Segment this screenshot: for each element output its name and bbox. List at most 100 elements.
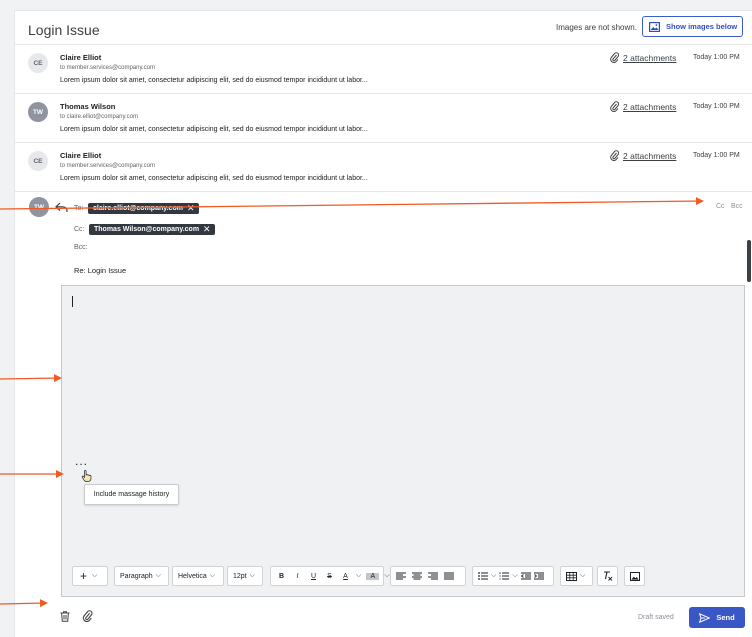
table-icon (566, 571, 577, 581)
list-group: ⌵ ⌵ (472, 566, 554, 586)
cc-chip-label: Thomas Wilson@company.com (94, 226, 200, 233)
paragraph-style-value: Paragraph (120, 572, 153, 580)
chevron-down-icon: ⌵ (580, 572, 586, 579)
avatar: CE (28, 151, 48, 171)
insert-image-button[interactable] (624, 566, 645, 586)
reply-icon[interactable] (55, 202, 68, 213)
include-history-tooltip: Include massage history (84, 484, 179, 505)
chevron-down-icon[interactable]: ⌵ (384, 572, 389, 580)
cursor-hand-icon (81, 470, 92, 482)
draft-status: Draft saved (638, 614, 674, 621)
chevron-down-icon: ⌵ (209, 572, 216, 579)
italic-button[interactable]: I (292, 573, 303, 580)
message-row[interactable]: TW Thomas Wilson to claire.elliot@compan… (15, 93, 752, 141)
chevron-down-icon: ⌵ (155, 572, 162, 579)
underline-button[interactable]: U (308, 573, 319, 580)
timestamp: Today 1:00 PM (693, 54, 740, 61)
chevron-down-icon: ⌵ (249, 572, 255, 579)
insert-dropdown[interactable]: + ⌵ (72, 566, 108, 586)
paragraph-style-select[interactable]: Paragraph ⌵ (114, 566, 169, 586)
align-center-icon[interactable] (412, 572, 422, 580)
show-images-label: Show images below (666, 22, 738, 31)
bold-button[interactable]: B (276, 573, 287, 580)
close-icon[interactable]: ✕ (203, 225, 211, 234)
conversation-panel: Login Issue Images are not shown. Show i… (14, 10, 752, 637)
alignment-group (390, 566, 466, 586)
highlight-color-button[interactable]: A (366, 572, 380, 580)
attachments-link[interactable]: 2 attachments (610, 150, 676, 161)
insert-image-icon (629, 571, 640, 581)
images-hidden-notice: Images are not shown. (556, 23, 637, 32)
align-justify-icon[interactable] (444, 572, 454, 580)
attachments-link[interactable]: 2 attachments (610, 101, 676, 112)
bullet-list-icon[interactable] (478, 572, 488, 580)
font-family-select[interactable]: Helvetica ⌵ (172, 566, 224, 586)
indent-icon[interactable] (533, 572, 544, 580)
text-color-button[interactable]: A (340, 573, 351, 580)
recipient-chip[interactable]: claire.elliot@company.com ✕ (88, 203, 199, 214)
cc-chip[interactable]: Thomas Wilson@company.com ✕ (89, 224, 215, 235)
chevron-down-icon[interactable]: ⌵ (356, 572, 361, 580)
message-preview: Lorem ipsum dolor sit amet, consectetur … (60, 126, 368, 133)
trash-icon[interactable] (60, 611, 70, 622)
show-images-button[interactable]: Show images below (642, 16, 743, 37)
send-button[interactable]: Send (689, 607, 745, 628)
recipient-line: to member.services@company.com (60, 163, 156, 169)
subject-line: Re: Login Issue (74, 266, 127, 275)
cc-label: Cc: (74, 226, 85, 233)
sender-name: Thomas Wilson (60, 102, 116, 111)
plus-icon: + (79, 569, 87, 583)
send-icon (699, 612, 711, 623)
numbered-list-icon[interactable] (499, 572, 510, 580)
font-family-value: Helvetica (178, 572, 207, 580)
attachments-link[interactable]: 2 attachments (610, 52, 676, 63)
message-preview: Lorem ipsum dolor sit amet, consectetur … (60, 77, 368, 84)
message-row[interactable]: CE Claire Elliot to member.services@comp… (15, 142, 752, 190)
close-icon[interactable]: ✕ (187, 204, 195, 213)
clear-format-icon (603, 571, 612, 581)
table-dropdown[interactable]: ⌵ (560, 566, 593, 586)
show-trimmed-content-button[interactable]: ... (75, 455, 88, 467)
message-preview: Lorem ipsum dolor sit amet, consectetur … (60, 175, 368, 182)
message-editor[interactable]: ... Include massage history + ⌵ Paragrap… (61, 285, 745, 597)
paperclip-icon[interactable] (82, 610, 93, 622)
scrollbar-thumb[interactable] (747, 240, 751, 282)
avatar: TW (29, 197, 49, 217)
paperclip-icon (610, 101, 619, 112)
page-title: Login Issue (28, 22, 100, 38)
outdent-icon[interactable] (520, 572, 531, 580)
timestamp: Today 1:00 PM (693, 152, 740, 159)
sender-name: Claire Elliot (60, 53, 102, 62)
paperclip-icon (610, 52, 619, 63)
to-label: To: (74, 205, 84, 212)
align-right-icon[interactable] (428, 572, 438, 580)
attachments-count: 2 attachments (623, 150, 677, 161)
cc-toggle-link[interactable]: Cc (716, 203, 725, 210)
bcc-label: Bcc: (74, 244, 88, 251)
avatar: TW (28, 102, 48, 122)
strikethrough-button[interactable]: S (324, 573, 335, 580)
recipient-chip-label: claire.elliot@company.com (93, 205, 183, 212)
compose-divider (15, 191, 752, 192)
font-size-select[interactable]: 12pt ⌵ (227, 566, 263, 586)
message-row[interactable]: CE Claire Elliot to member.services@comp… (15, 44, 752, 92)
attachments-count: 2 attachments (623, 52, 677, 63)
chevron-down-icon[interactable]: ⌵ (512, 572, 517, 580)
chevron-down-icon[interactable]: ⌵ (491, 572, 496, 580)
send-label: Send (716, 613, 735, 622)
sender-name: Claire Elliot (60, 151, 102, 160)
attachments-count: 2 attachments (623, 101, 677, 112)
font-size-value: 12pt (233, 572, 247, 580)
recipient-line: to claire.elliot@company.com (60, 114, 139, 120)
clear-formatting-button[interactable] (597, 566, 618, 586)
recipient-line: to member.services@company.com (60, 65, 156, 71)
timestamp: Today 1:00 PM (693, 103, 740, 110)
image-icon (649, 21, 660, 32)
text-style-group: B I U S A ⌵ A ⌵ (270, 566, 390, 586)
avatar: CE (28, 53, 48, 73)
bcc-toggle-link[interactable]: Bcc (731, 203, 743, 210)
align-left-icon[interactable] (396, 572, 406, 580)
text-caret (72, 296, 73, 307)
chevron-down-icon: ⌵ (92, 572, 98, 579)
paperclip-icon (610, 150, 619, 161)
